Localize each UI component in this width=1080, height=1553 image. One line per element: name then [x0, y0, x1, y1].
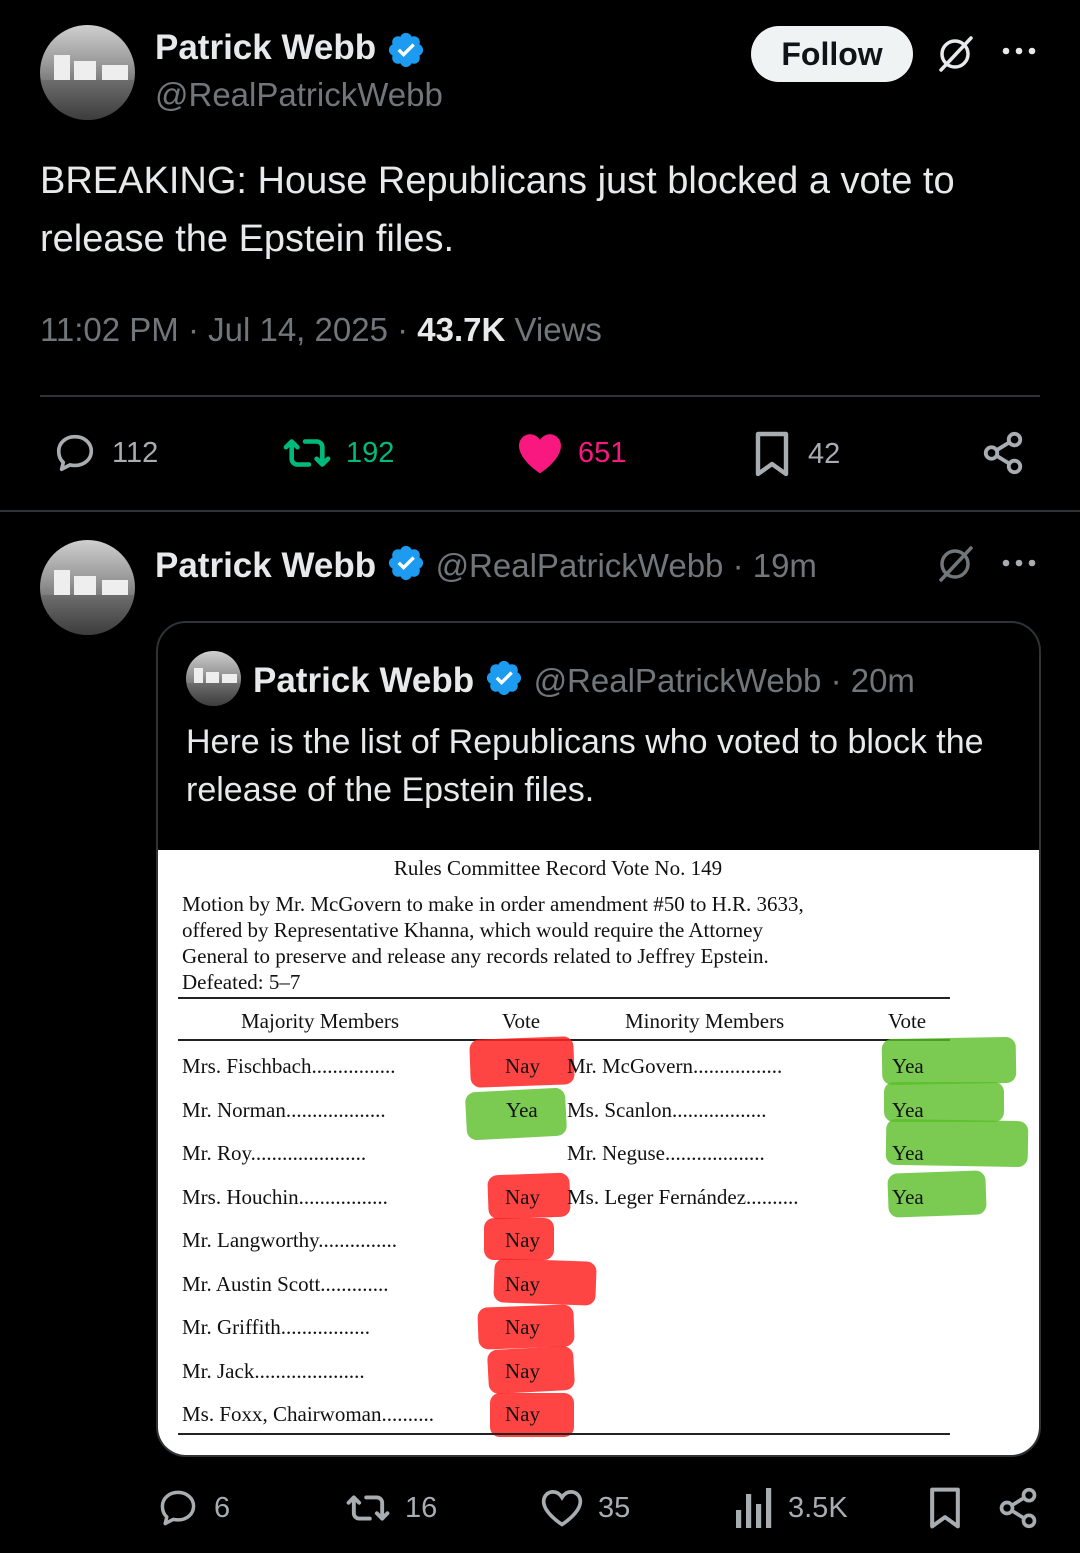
bookmark-count: 42: [808, 437, 841, 470]
table-rule-bottom: [178, 1433, 950, 1435]
header-majority: Majority Members: [241, 1009, 400, 1033]
analytics-icon: [734, 1486, 774, 1530]
header-minority: Minority Members: [625, 1009, 785, 1033]
majority-member: Mr. Roy......................: [182, 1141, 367, 1165]
verified-badge-icon: [484, 658, 524, 707]
majority-vote: Nay: [505, 1402, 540, 1426]
more-options-icon[interactable]: [1000, 556, 1038, 570]
minority-vote: Yea: [892, 1141, 924, 1165]
reply-button[interactable]: 6: [156, 1486, 230, 1530]
majority-member: Mr. Griffith.................: [182, 1315, 371, 1339]
minority-member: Ms. Scanlon..................: [567, 1098, 767, 1122]
like-count: 651: [578, 436, 627, 469]
like-button[interactable]: 651: [516, 430, 626, 476]
majority-member: Ms. Foxx, Chairwoman..........: [182, 1402, 434, 1426]
minority-vote: Yea: [892, 1054, 924, 1078]
reply-author-avatar[interactable]: [40, 540, 135, 635]
quote-text: Here is the list of Republicans who vote…: [186, 723, 984, 809]
timestamp-text[interactable]: 11:02 PM · Jul 14, 2025 ·: [40, 311, 417, 348]
doc-line-2: offered by Representative Khanna, which …: [182, 918, 764, 942]
minority-member: Mr. McGovern.................: [567, 1054, 783, 1078]
majority-vote: Nay: [505, 1185, 540, 1209]
like-count: 35: [598, 1491, 631, 1524]
like-button[interactable]: 35: [540, 1486, 630, 1530]
majority-member: Mrs. Houchin.................: [182, 1185, 388, 1209]
views-count: 3.5K: [788, 1491, 848, 1524]
majority-member: Mr. Langworthy...............: [182, 1228, 398, 1252]
views-button[interactable]: 3.5K: [734, 1486, 848, 1530]
reply-icon: [156, 1486, 200, 1530]
majority-member: Mrs. Fischbach................: [182, 1054, 396, 1078]
repost-button[interactable]: 192: [282, 430, 394, 476]
author-handle[interactable]: @RealPatrickWebb: [155, 76, 443, 114]
repost-count: 16: [405, 1491, 438, 1524]
verified-badge-icon: [386, 543, 426, 592]
majority-member: Mr. Austin Scott.............: [182, 1272, 389, 1296]
majority-member: Mr. Jack.....................: [182, 1359, 365, 1383]
reply-button[interactable]: 112: [52, 430, 158, 476]
reply-icon: [52, 430, 98, 476]
doc-line-3: General to preserve and release any reco…: [182, 944, 769, 968]
heart-icon: [540, 1486, 584, 1530]
quoted-tweet-card[interactable]: Patrick Webb @RealPatrickWebb · 20m Here…: [156, 621, 1041, 1457]
majority-vote: Nay: [505, 1054, 540, 1078]
follow-button[interactable]: Follow: [751, 26, 913, 82]
majority-vote: Yea: [506, 1098, 538, 1122]
table-rule-top: [178, 997, 950, 999]
doc-title: Rules Committee Record Vote No. 149: [393, 856, 723, 880]
majority-vote: Nay: [505, 1315, 540, 1339]
quote-author-name: Patrick Webb: [253, 660, 475, 700]
bookmark-icon[interactable]: [925, 1486, 965, 1530]
repost-icon: [282, 430, 332, 476]
quote-handle-time: @RealPatrickWebb · 20m: [533, 661, 915, 699]
bookmark-button[interactable]: 42: [750, 430, 840, 478]
majority-vote: Nay: [505, 1272, 540, 1296]
grok-icon[interactable]: [933, 32, 977, 76]
quote-header: Patrick Webb @RealPatrickWebb · 20m: [253, 658, 915, 707]
header-vote-1: Vote: [502, 1009, 541, 1033]
vote-record-image[interactable]: Rules Committee Record Vote No. 149 Moti…: [158, 850, 1039, 1455]
majority-member: Mr. Norman...................: [182, 1098, 386, 1122]
minority-vote: Yea: [892, 1098, 924, 1122]
share-icon[interactable]: [996, 1486, 1040, 1530]
doc-line-4: Defeated: 5–7: [182, 970, 301, 994]
reply-count: 6: [214, 1491, 231, 1524]
grok-icon[interactable]: [933, 542, 977, 586]
tweet-text: BREAKING: House Republicans just blocked…: [40, 160, 955, 260]
bookmark-icon: [750, 430, 794, 478]
share-icon[interactable]: [980, 430, 1026, 476]
verified-badge-icon: [386, 30, 426, 75]
minority-member: Ms. Leger Fernández..........: [567, 1185, 799, 1209]
header-vote-2: Vote: [888, 1009, 927, 1033]
author-name[interactable]: Patrick Webb: [155, 28, 376, 68]
reply-author-name[interactable]: Patrick Webb: [155, 546, 376, 585]
more-options-icon[interactable]: [1000, 44, 1038, 58]
repost-button[interactable]: 16: [345, 1486, 437, 1530]
repost-icon: [345, 1486, 391, 1530]
repost-count: 192: [346, 436, 395, 469]
minority-member: Mr. Neguse...................: [567, 1141, 765, 1165]
majority-vote: Nay: [505, 1228, 540, 1252]
heart-filled-icon: [516, 430, 564, 476]
reply-handle-time[interactable]: @RealPatrickWebb · 19m: [436, 547, 817, 584]
tweet-timestamp: 11:02 PM · Jul 14, 2025 · 43.7K Views: [40, 311, 602, 349]
views-label: Views: [505, 311, 602, 348]
majority-vote: Nay: [505, 1359, 540, 1383]
divider: [40, 395, 1040, 397]
views-count: 43.7K: [417, 311, 506, 348]
minority-vote: Yea: [892, 1185, 924, 1209]
divider: [0, 510, 1080, 512]
author-avatar[interactable]: [40, 25, 135, 120]
reply-header: Patrick Webb @RealPatrickWebb · 19m: [155, 543, 817, 592]
reply-count: 112: [112, 436, 159, 469]
quote-author-avatar: [186, 651, 241, 706]
doc-line-1: Motion by Mr. McGovern to make in order …: [182, 892, 804, 916]
